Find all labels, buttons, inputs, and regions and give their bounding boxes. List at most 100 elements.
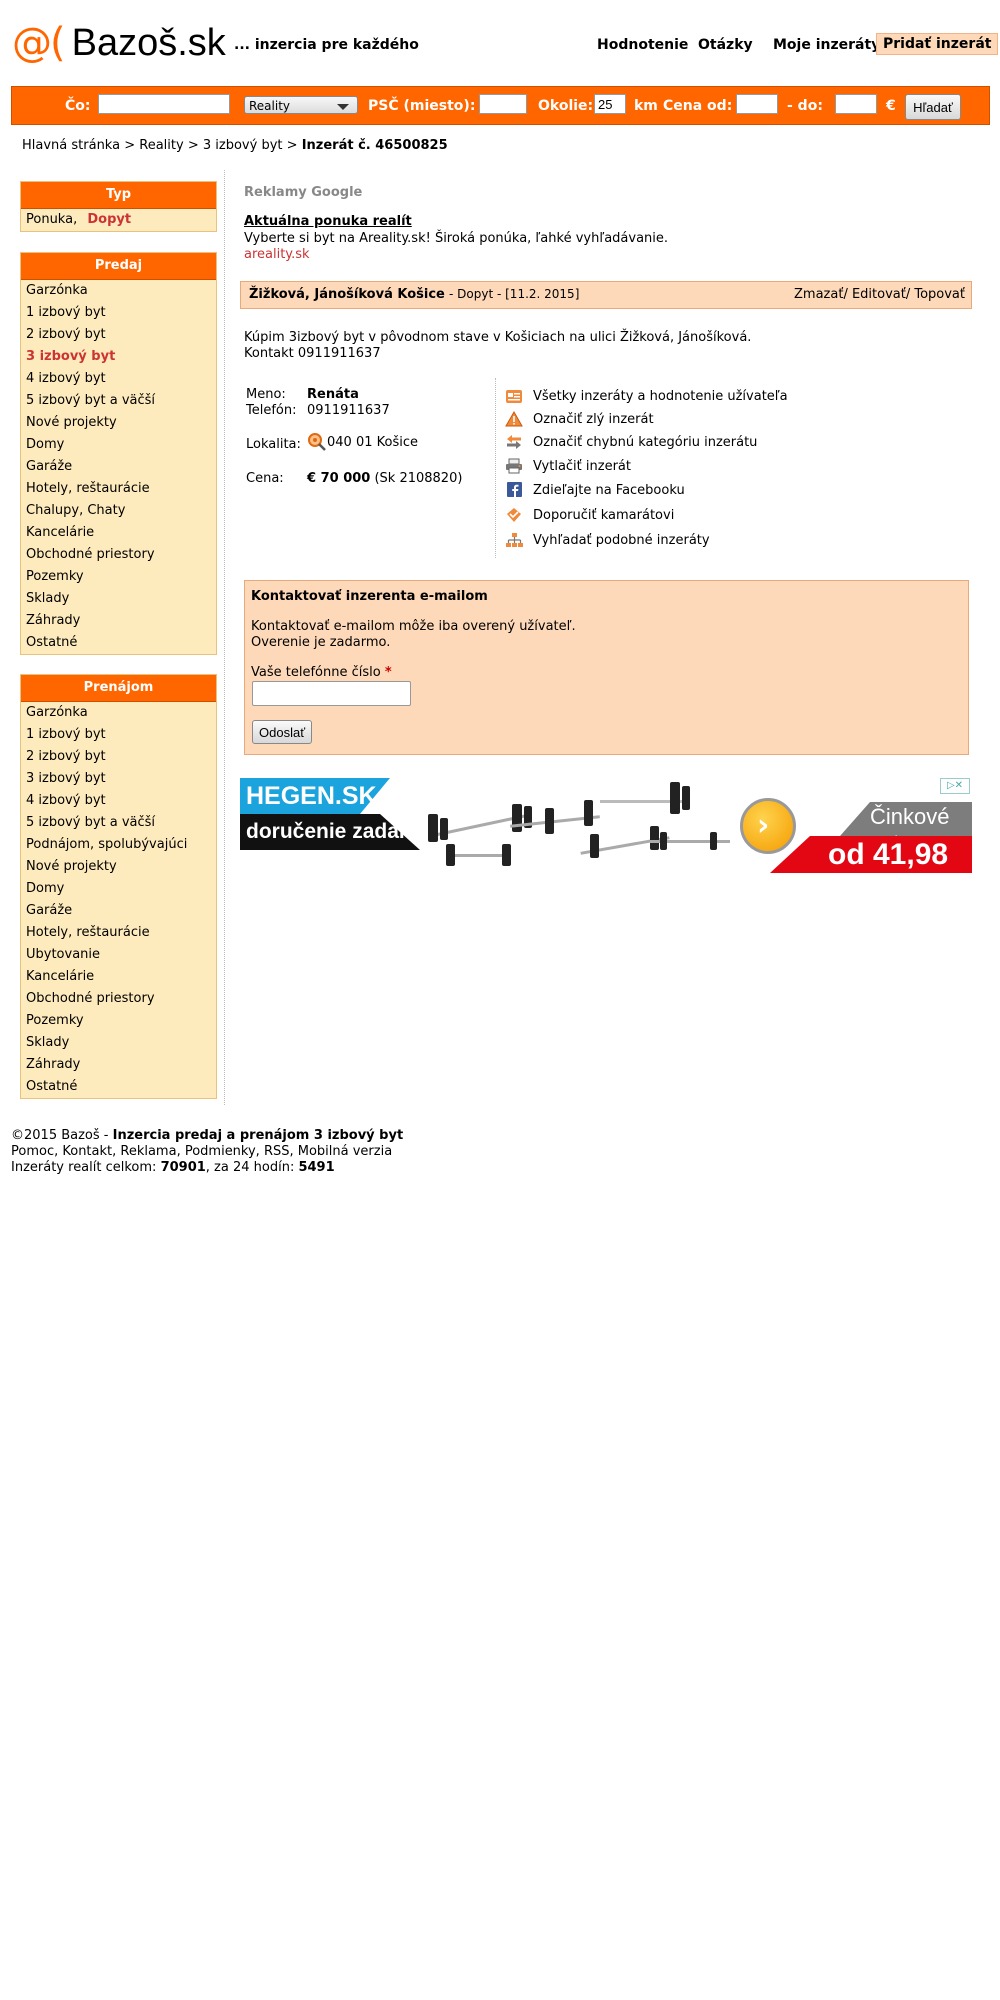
sidebar-item-rent-12[interactable]: Kancelárie: [21, 966, 216, 988]
listing-title: Žižková, Jánošíková Košice: [249, 287, 445, 302]
send-button[interactable]: Odoslať: [252, 720, 312, 744]
sidebar-item-rent-2[interactable]: 2 izbový byt: [21, 746, 216, 768]
google-ad-url[interactable]: areality.sk: [244, 247, 310, 262]
footer-copyright-line: ©2015 Bazoš - Inzercia predaj a prenájom…: [11, 1128, 403, 1144]
sidebar-item-sale-4[interactable]: 4 izbový byt: [21, 368, 216, 390]
sidebar-item-rent-8[interactable]: Domy: [21, 878, 216, 900]
contact-form: Kontaktovať inzerenta e-mailom Kontaktov…: [244, 580, 969, 755]
breadcrumb: Hlavná stránka > Reality > 3 izbový byt …: [22, 138, 448, 153]
sidebar-item-sale-13[interactable]: Pozemky: [21, 566, 216, 588]
footer-day-label: , za 24 hodín:: [205, 1160, 299, 1175]
breadcrumb-home[interactable]: Hlavná stránka: [22, 138, 120, 153]
sidebar-sale-box: Predaj Garzónka 1 izbový byt 2 izbový byt 3…: [20, 252, 217, 655]
category-select-value: Reality: [249, 99, 291, 113]
sidebar-divider: [224, 170, 225, 1105]
tagline: ... inzercia pre každého: [234, 37, 419, 53]
sidebar-item-rent-11[interactable]: Ubytovanie: [21, 944, 216, 966]
facebook-icon: [505, 482, 523, 498]
sidebar-item-rent-10[interactable]: Hotely, reštaurácie: [21, 922, 216, 944]
listing-edit-actions[interactable]: Zmazať/ Editovať/ Topovať: [794, 287, 965, 302]
breadcrumb-separator: >: [124, 138, 136, 153]
similar-ads-icon: [505, 532, 523, 548]
nav-my-ads[interactable]: Moje inzeráty: [773, 37, 880, 53]
sidebar-item-sale-3[interactable]: 3 izbový byt: [21, 346, 216, 368]
search-button[interactable]: Hľadať: [905, 94, 961, 120]
sidebar-item-rent-1[interactable]: 1 izbový byt: [21, 724, 216, 746]
logo[interactable]: @( Bazoš.sk: [12, 22, 226, 64]
sidebar-item-sale-5[interactable]: 5 izbový byt a väčší: [21, 390, 216, 412]
chevron-right-icon: ›: [757, 808, 770, 843]
phone-input[interactable]: [252, 681, 411, 706]
sidebar-item-sale-6[interactable]: Nové projekty: [21, 412, 216, 434]
sidebar-sale-title: Predaj: [21, 253, 216, 280]
price-from-input[interactable]: [736, 94, 778, 114]
nav-rating[interactable]: Hodnotenie: [597, 37, 688, 53]
sidebar-item-sale-14[interactable]: Sklady: [21, 588, 216, 610]
sidebar-item-sale-9[interactable]: Hotely, reštaurácie: [21, 478, 216, 500]
zip-input[interactable]: [479, 94, 527, 114]
sidebar-item-sale-0[interactable]: Garzónka: [21, 280, 216, 302]
google-ad-title[interactable]: Aktuálna ponuka realít: [244, 214, 412, 229]
banner-arrow-button[interactable]: ›: [740, 798, 796, 854]
sidebar-item-rent-0[interactable]: Garzónka: [21, 702, 216, 724]
sidebar-item-rent-3[interactable]: 3 izbový byt: [21, 768, 216, 790]
action-recommend[interactable]: Doporučiť kamarátovi: [505, 506, 674, 524]
details-divider: [495, 378, 496, 558]
footer-links[interactable]: Pomoc, Kontakt, Reklama, Podmienky, RSS,…: [11, 1144, 403, 1160]
price-eur: € 70 000: [307, 471, 371, 486]
banner-ad[interactable]: HEGEN.SK doručenie zadarmo! › Činkové se…: [240, 778, 972, 873]
sidebar-type-offer[interactable]: Ponuka,: [26, 212, 77, 227]
sidebar-item-rent-9[interactable]: Garáže: [21, 900, 216, 922]
sidebar-item-rent-16[interactable]: Záhrady: [21, 1054, 216, 1076]
user-ads-icon: [505, 388, 523, 404]
sidebar-item-rent-5[interactable]: 5 izbový byt a väčší: [21, 812, 216, 834]
breadcrumb-category[interactable]: 3 izbový byt: [203, 138, 283, 153]
search-input[interactable]: [98, 94, 230, 114]
breadcrumb-separator: >: [187, 138, 199, 153]
banner-delivery: doručenie zadarmo!: [246, 820, 446, 843]
adchoices-icon[interactable]: ▷✕: [940, 778, 970, 794]
action-print[interactable]: Vytlačiť inzerát: [505, 457, 631, 475]
sidebar-item-sale-1[interactable]: 1 izbový byt: [21, 302, 216, 324]
sidebar-item-sale-7[interactable]: Domy: [21, 434, 216, 456]
action-similar-ads[interactable]: Vyhľadať podobné inzeráty: [505, 531, 710, 549]
contact-title: Kontaktovať inzerenta e-mailom: [251, 589, 488, 604]
sidebar-item-rent-15[interactable]: Sklady: [21, 1032, 216, 1054]
sidebar-type-demand[interactable]: Dopyt: [87, 212, 131, 227]
contact-info-line: Kontaktovať e-mailom môže iba overený už…: [251, 619, 576, 634]
action-wrong-category[interactable]: Označiť chybnú kategóriu inzerátu: [505, 433, 757, 451]
action-user-ads[interactable]: Všetky inzeráty a hodnotenie užívateľa: [505, 387, 788, 405]
price-to-input[interactable]: [835, 94, 877, 114]
sidebar-item-sale-15[interactable]: Záhrady: [21, 610, 216, 632]
sidebar-item-rent-4[interactable]: 4 izbový byt: [21, 790, 216, 812]
phone-field-label-text: Vaše telefónne číslo: [251, 665, 381, 680]
category-select[interactable]: Reality: [244, 96, 358, 114]
contact-info-line: Overenie je zadarmo.: [251, 635, 391, 650]
action-share-facebook[interactable]: Zdieľajte na Facebooku: [505, 481, 685, 499]
sidebar-type-title: Typ: [21, 182, 216, 209]
listing-text-line: Kúpim 3izbový byt v pôvodnom stave v Koš…: [244, 330, 752, 345]
sidebar-item-rent-6[interactable]: Podnájom, spolubývajúci: [21, 834, 216, 856]
radius-input[interactable]: [594, 94, 626, 114]
search-what-label: Čo:: [65, 98, 91, 114]
sidebar-item-sale-11[interactable]: Kancelárie: [21, 522, 216, 544]
sidebar-item-sale-12[interactable]: Obchodné priestory: [21, 544, 216, 566]
sidebar-item-sale-16[interactable]: Ostatné: [21, 632, 216, 654]
footer-total-label: Inzeráty realít celkom:: [11, 1160, 161, 1175]
sidebar-item-sale-10[interactable]: Chalupy, Chaty: [21, 500, 216, 522]
sidebar-type-row: Ponuka, Dopyt: [21, 209, 216, 231]
breadcrumb-reality[interactable]: Reality: [139, 138, 183, 153]
sidebar-item-rent-17[interactable]: Ostatné: [21, 1076, 216, 1098]
sidebar-item-sale-2[interactable]: 2 izbový byt: [21, 324, 216, 346]
footer-copyright: ©2015 Bazoš -: [11, 1128, 113, 1143]
sidebar-item-rent-7[interactable]: Nové projekty: [21, 856, 216, 878]
add-ad-button[interactable]: Pridať inzerát: [876, 33, 999, 55]
map-search-icon[interactable]: [307, 432, 327, 452]
sidebar-item-sale-8[interactable]: Garáže: [21, 456, 216, 478]
nav-questions[interactable]: Otázky: [698, 37, 753, 53]
sidebar-item-rent-14[interactable]: Pozemky: [21, 1010, 216, 1032]
sidebar-item-rent-13[interactable]: Obchodné priestory: [21, 988, 216, 1010]
action-label: Všetky inzeráty a hodnotenie užívateľa: [533, 388, 788, 404]
action-report-bad[interactable]: Označiť zlý inzerát: [505, 410, 654, 428]
seller-phone: 0911911637: [307, 403, 390, 418]
